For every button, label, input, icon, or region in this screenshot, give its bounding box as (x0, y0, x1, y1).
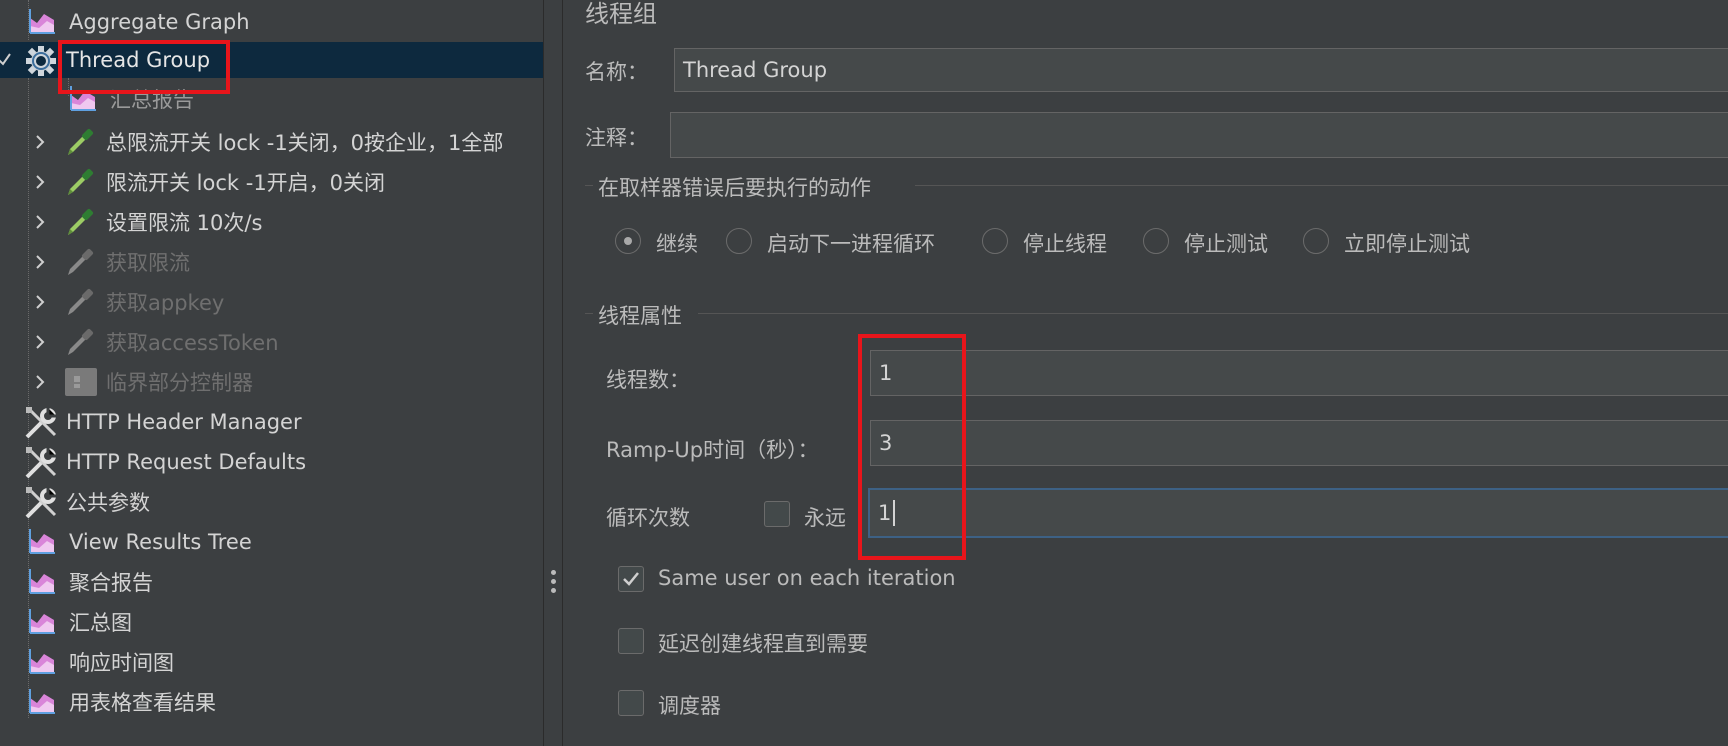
forever-checkbox[interactable] (764, 501, 790, 527)
pipette-icon (64, 246, 98, 278)
tree-item-view-results-tree[interactable]: View Results Tree (0, 524, 543, 560)
delay-thread-creation-label[interactable]: 延迟创建线程直到需要 (658, 628, 868, 658)
tree-item-view-results-table[interactable]: 用表格查看结果 (0, 684, 543, 720)
tree-item-label: 响应时间图 (69, 651, 174, 675)
pipette-icon (64, 206, 98, 238)
expanded-check-icon[interactable] (0, 50, 12, 74)
pipette-icon (64, 126, 98, 158)
graph-icon (27, 526, 61, 558)
controller-icon (64, 366, 98, 398)
rampup-label: Ramp-Up时间（秒）： (606, 438, 819, 462)
panel-title: 线程组 (585, 0, 657, 28)
comment-field[interactable] (670, 112, 1728, 158)
radio-start-next-loop[interactable] (726, 228, 752, 254)
group-border (698, 313, 1728, 314)
tree-item-get-appkey[interactable]: 获取appkey (0, 284, 543, 320)
thread-props-group-title: 线程属性 (598, 304, 682, 328)
radio-stop-thread-label[interactable]: 停止线程 (1023, 228, 1107, 258)
tree-item-label: 公共参数 (66, 491, 150, 515)
name-label: 名称： (585, 60, 648, 84)
checkmark-icon (623, 572, 639, 586)
loop-count-field[interactable]: 1 (868, 488, 1728, 538)
chevron-right-icon[interactable] (33, 255, 47, 269)
radio-continue[interactable] (615, 228, 641, 254)
same-user-checkbox[interactable] (618, 566, 644, 592)
tree-item-limit-switch[interactable]: 限流开关 lock -1开启，0关闭 (0, 164, 543, 200)
gear-icon (24, 44, 58, 76)
tree-item-aggregate-report[interactable]: 聚合报告 (0, 564, 543, 600)
tree-item-label: 聚合报告 (69, 571, 153, 595)
test-plan-tree: Aggregate Graph Thread Group 汇总报告 总限流开关 … (0, 0, 543, 746)
tree-item-label: 获取appkey (106, 291, 225, 315)
group-border (915, 185, 1728, 186)
chevron-right-icon[interactable] (33, 335, 47, 349)
pipette-icon (64, 326, 98, 358)
error-action-group-title: 在取样器错误后要执行的动作 (598, 176, 871, 200)
comment-label: 注释： (585, 126, 648, 150)
graph-icon (27, 566, 61, 598)
threads-field[interactable]: 1 (870, 350, 1728, 396)
tree-item-label: HTTP Header Manager (66, 410, 302, 434)
radio-stop-test-now[interactable] (1303, 228, 1329, 254)
radio-stop-test-now-label[interactable]: 立即停止测试 (1344, 228, 1470, 258)
radio-stop-thread[interactable] (982, 228, 1008, 254)
tree-item-summary-graph[interactable]: 汇总图 (0, 604, 543, 640)
group-border (585, 185, 593, 186)
tree-item-label: 用表格查看结果 (69, 691, 216, 715)
pipette-icon (64, 286, 98, 318)
highlight-box-thread-props (858, 334, 966, 560)
radio-continue-label[interactable]: 继续 (656, 228, 698, 258)
tree-item-label: Aggregate Graph (69, 10, 250, 34)
threads-label: 线程数： (606, 368, 690, 392)
tree-item-get-access-token[interactable]: 获取accessToken (0, 324, 543, 360)
radio-stop-test-label[interactable]: 停止测试 (1184, 228, 1268, 258)
tree-item-label: 限流开关 lock -1开启，0关闭 (106, 171, 386, 195)
graph-icon (27, 606, 61, 638)
rampup-field[interactable]: 3 (870, 420, 1728, 466)
panel-splitter[interactable] (543, 0, 563, 746)
radio-start-next-loop-label[interactable]: 启动下一进程循环 (767, 228, 935, 258)
graph-icon (27, 646, 61, 678)
chevron-right-icon[interactable] (33, 135, 47, 149)
wrench-icon (24, 406, 58, 439)
splitter-grip-icon[interactable] (551, 570, 557, 597)
scheduler-checkbox[interactable] (618, 690, 644, 716)
tree-item-label: HTTP Request Defaults (66, 450, 307, 474)
chevron-right-icon[interactable] (33, 375, 47, 389)
tree-item-label: 临界部分控制器 (106, 371, 253, 395)
radio-stop-test[interactable] (1143, 228, 1169, 254)
tree-item-set-limit[interactable]: 设置限流 10次/s (0, 204, 543, 240)
tree-item-response-time-graph[interactable]: 响应时间图 (0, 644, 543, 680)
pipette-icon (64, 166, 98, 198)
highlight-box-thread-group (58, 40, 230, 94)
tree-item-global-limit-switch[interactable]: 总限流开关 lock -1关闭，0按企业，1全部 (0, 124, 543, 160)
tree-item-http-header-manager[interactable]: HTTP Header Manager (0, 404, 543, 440)
tree-item-label: 总限流开关 lock -1关闭，0按企业，1全部 (106, 131, 504, 155)
tree-item-label: 获取accessToken (106, 331, 279, 355)
tree-item-critical-section-controller[interactable]: 临界部分控制器 (0, 364, 543, 400)
tree-item-aggregate-graph[interactable]: Aggregate Graph (0, 4, 543, 40)
chevron-right-icon[interactable] (33, 175, 47, 189)
tree-item-http-request-defaults[interactable]: HTTP Request Defaults (0, 444, 543, 480)
tree-item-label: 汇总图 (69, 611, 132, 635)
forever-label[interactable]: 永远 (804, 502, 846, 532)
graph-icon (27, 686, 61, 718)
loop-count-label: 循环次数 (606, 506, 690, 530)
chevron-right-icon[interactable] (33, 215, 47, 229)
name-field[interactable]: Thread Group (674, 48, 1728, 92)
tree-item-label: 获取限流 (106, 251, 190, 275)
same-user-label[interactable]: Same user on each iteration (658, 566, 956, 590)
group-border (585, 313, 593, 314)
chevron-right-icon[interactable] (33, 295, 47, 309)
scheduler-label[interactable]: 调度器 (658, 690, 721, 720)
wrench-icon (24, 446, 58, 479)
tree-item-get-limit[interactable]: 获取限流 (0, 244, 543, 280)
delay-thread-creation-checkbox[interactable] (618, 628, 644, 654)
tree-item-label: 设置限流 10次/s (106, 211, 263, 235)
tree-item-label: View Results Tree (69, 530, 252, 554)
graph-icon (27, 6, 61, 38)
tree-item-common-params[interactable]: 公共参数 (0, 484, 543, 520)
wrench-icon (24, 486, 58, 519)
